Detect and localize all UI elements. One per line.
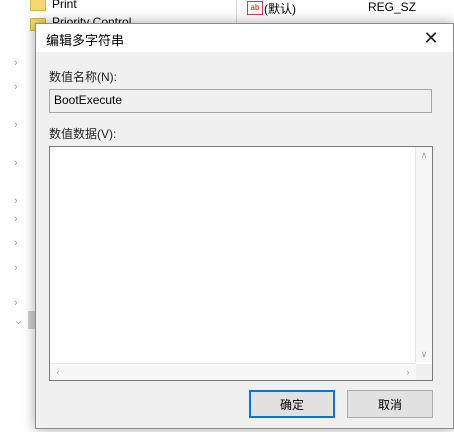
value-name-label: 数值名称(N): [49, 70, 117, 84]
scroll-left-icon[interactable]: ‹ [50, 364, 66, 380]
value-type: REG_SZ [368, 0, 417, 14]
list-row-default[interactable]: ab (默认) REG_SZ [244, 0, 454, 18]
chevron-right-icon[interactable]: › [14, 118, 24, 132]
vertical-scrollbar[interactable]: ∧ ∨ [415, 147, 432, 362]
chevron-right-icon[interactable]: › [14, 236, 24, 250]
cancel-button[interactable]: 取消 [347, 390, 433, 418]
scroll-up-icon[interactable]: ∧ [416, 147, 432, 163]
dialog-title: 编辑多字符串 [46, 33, 125, 48]
scroll-down-icon[interactable]: ∨ [416, 346, 432, 362]
tree-item-label: Print [52, 0, 77, 11]
horizontal-scrollbar[interactable]: ‹ › [50, 363, 416, 380]
scroll-right-icon[interactable]: › [400, 364, 416, 380]
value-data-label: 数值数据(V): [49, 127, 117, 141]
chevron-right-icon[interactable]: › [14, 296, 24, 310]
chevron-right-icon[interactable]: › [14, 56, 24, 70]
value-data-textarea[interactable]: ∧ ∨ ‹ › [49, 146, 433, 381]
ok-button[interactable]: 确定 [249, 390, 335, 418]
edit-multi-string-dialog: 编辑多字符串 ✕ 数值名称(N): BootExecute 数值数据(V): ∧… [35, 23, 454, 429]
chevron-right-icon[interactable]: › [14, 156, 24, 170]
ab-icon: ab [247, 1, 263, 15]
chevron-right-icon[interactable]: › [14, 194, 24, 208]
chevron-right-icon[interactable]: › [14, 80, 24, 94]
chevron-down-icon[interactable]: ⌄ [14, 314, 24, 328]
value-name-field: BootExecute [49, 89, 432, 113]
dialog-titlebar[interactable]: 编辑多字符串 ✕ [36, 24, 453, 52]
chevron-right-icon[interactable]: › [14, 212, 24, 226]
scrollbar-corner [416, 364, 432, 380]
value-name: (默认) [264, 2, 296, 16]
chevron-right-icon[interactable]: › [14, 261, 24, 275]
folder-icon [30, 0, 46, 11]
close-icon[interactable]: ✕ [417, 26, 445, 50]
